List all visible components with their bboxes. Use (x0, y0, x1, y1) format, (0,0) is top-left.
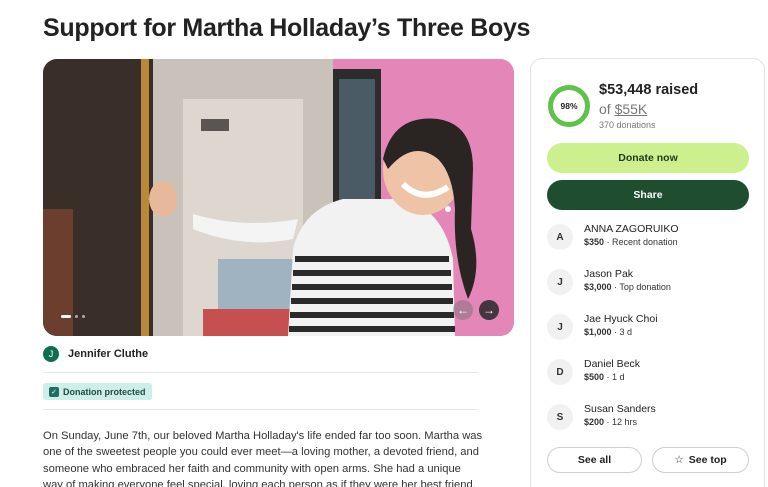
donor-avatar: S (547, 404, 573, 430)
donor-name: Daniel Beck (584, 358, 641, 370)
divider (43, 409, 478, 410)
see-all-label: See all (577, 454, 612, 466)
donation-list-item: J Jae Hyuck Choi $1,000 · 3 d (547, 312, 658, 340)
divider (43, 372, 478, 373)
campaign-story: On Sunday, June 7th, our beloved Martha … (43, 430, 483, 487)
donor-name: Jae Hyuck Choi (584, 313, 658, 325)
donation-note: 12 hrs (612, 417, 638, 427)
see-top-label: See top (688, 454, 727, 466)
see-top-button[interactable]: ☆ See top (652, 447, 749, 473)
donation-note: 1 d (612, 372, 625, 382)
donation-amount: $1,000 (584, 327, 612, 337)
donation-note: Top donation (619, 282, 671, 292)
carousel-indicators (61, 315, 85, 318)
donor-avatar: J (547, 269, 573, 295)
donation-count: 370 donations (599, 120, 656, 130)
donor-name: Jason Pak (584, 268, 634, 280)
amount-raised: $53,448 raised (599, 82, 699, 98)
carousel-prev-button[interactable]: ← (453, 300, 473, 320)
progress-percent: 98% (560, 101, 578, 111)
donor-avatar: A (547, 224, 573, 250)
donation-note: 3 d (619, 327, 633, 337)
organizer-avatar: J (43, 346, 59, 362)
donation-sidebar: 98% $53,448 raised of $55K 370 donations… (530, 58, 765, 487)
share-button[interactable]: Share (547, 180, 749, 210)
donate-now-button[interactable]: Donate now (547, 143, 749, 173)
campaign-photo (43, 59, 514, 336)
donation-amount: $350 (584, 237, 605, 247)
donor-avatar: D (547, 359, 573, 385)
donation-list-item: S Susan Sanders $200 · 12 hrs (547, 402, 656, 430)
goal-amount: of $55K (599, 101, 647, 117)
donation-list-item: J Jason Pak $3,000 · Top donation (547, 267, 671, 295)
carousel-next-button[interactable]: → (479, 300, 499, 320)
donor-name: Susan Sanders (584, 403, 656, 415)
goal-value: $55K (614, 101, 648, 117)
chevron-left-icon: ← (457, 303, 469, 317)
donation-amount: $3,000 (584, 282, 612, 292)
donation-note: Recent donation (612, 237, 678, 247)
donation-list-item: A ANNA ZAGORUIKO $350 · Recent donation (547, 222, 679, 250)
chevron-right-icon: → (483, 303, 495, 317)
donation-protected-badge[interactable]: ✓ Donation protected (43, 383, 152, 400)
carousel-dot[interactable] (61, 315, 71, 318)
badge-label: Donation protected (63, 386, 146, 397)
donation-amount: $200 (584, 417, 605, 427)
shield-check-icon: ✓ (49, 386, 59, 397)
see-all-button[interactable]: See all (547, 447, 642, 473)
star-icon: ☆ (674, 454, 684, 466)
campaign-photo-carousel[interactable]: ← → (43, 59, 514, 336)
donation-amount: $500 (584, 372, 605, 382)
organizer-name[interactable]: Jennifer Cluthe (68, 348, 148, 360)
page-title: Support for Martha Holladay’s Three Boys (43, 14, 531, 42)
organizer[interactable]: J Jennifer Cluthe (43, 346, 148, 362)
carousel-dot[interactable] (82, 315, 85, 318)
carousel-dot[interactable] (75, 315, 78, 318)
donor-name: ANNA ZAGORUIKO (584, 223, 679, 235)
donation-list-item: D Daniel Beck $500 · 1 d (547, 357, 640, 385)
donor-avatar: J (547, 314, 573, 340)
goal-prefix: of (599, 101, 611, 117)
